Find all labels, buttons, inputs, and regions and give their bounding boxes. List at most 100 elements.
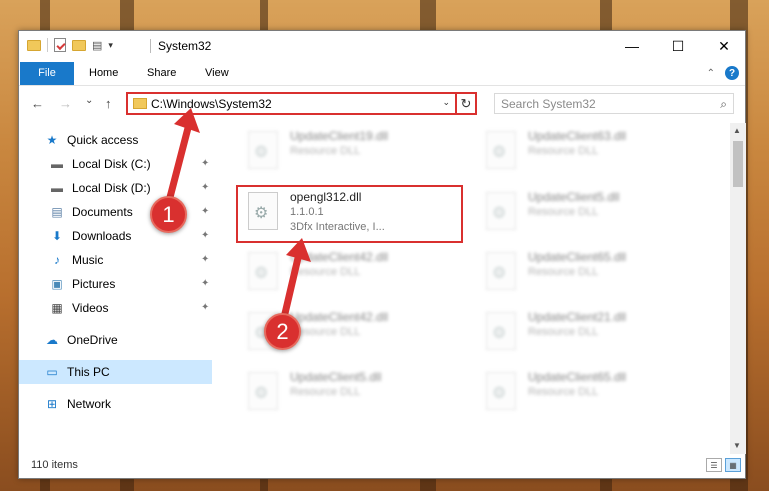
address-bar[interactable]: C:\Windows\System32 ⌄	[126, 92, 457, 115]
sidebar-item-documents[interactable]: ▤ Documents	[49, 201, 133, 223]
search-icon: ⌕	[720, 97, 727, 111]
separator	[150, 39, 151, 53]
file-item[interactable]: UpdateClient63.dll Resource DLL	[478, 127, 708, 183]
scrollbar-thumb[interactable]	[733, 141, 743, 187]
sidebar-item-local-disk-c[interactable]: ▬ Local Disk (C:)	[49, 153, 151, 175]
tab-file[interactable]: File	[20, 62, 74, 85]
tab-view[interactable]: View	[193, 62, 241, 85]
refresh-button[interactable]: ↻	[456, 92, 477, 115]
videos-icon: ▦	[51, 301, 63, 315]
maximize-button[interactable]: ☐	[655, 31, 701, 61]
dll-file-icon	[248, 372, 278, 410]
dll-file-icon	[248, 252, 278, 290]
file-item[interactable]: UpdateClient5.dll Resource DLL	[240, 368, 470, 424]
properties-icon[interactable]	[54, 38, 66, 52]
file-item[interactable]: UpdateClient5.dll Resource DLL	[478, 188, 708, 244]
sidebar-item-local-disk-d[interactable]: ▬ Local Disk (D:)	[49, 177, 151, 199]
file-name: UpdateClient42.dll	[290, 250, 389, 264]
file-name: UpdateClient65.dll	[528, 370, 627, 384]
sidebar-item-label: Pictures	[72, 277, 116, 291]
folder-icon	[133, 98, 147, 109]
dll-file-icon	[486, 131, 516, 169]
file-item[interactable]: UpdateClient19.dll Resource DLL	[240, 127, 470, 183]
sidebar-item-this-pc[interactable]: ▭ This PC	[44, 361, 110, 383]
drive-icon: ▬	[51, 157, 63, 171]
sidebar-item-label: Music	[72, 253, 104, 267]
star-icon: ★	[46, 133, 58, 147]
pin-icon[interactable]: ✦	[201, 278, 209, 289]
dll-file-icon	[248, 131, 278, 169]
scroll-down-icon[interactable]: ▼	[733, 441, 741, 450]
sidebar-item-downloads[interactable]: ⬇ Downloads	[49, 225, 131, 247]
dll-file-icon	[486, 252, 516, 290]
file-name: UpdateClient5.dll	[528, 190, 620, 204]
explorer-window: ▤ ▾ System32 — ☐ ✕ File Home Share View …	[18, 30, 746, 479]
sidebar-item-pictures[interactable]: ▣ Pictures	[49, 273, 115, 295]
file-item[interactable]: UpdateClient42.dll Resource DLL	[240, 248, 470, 304]
network-icon: ⊞	[46, 397, 58, 411]
navigation-bar: ← → ⌄ ↑ C:\Windows\System32 ⌄ ↻ Search S…	[19, 87, 745, 119]
file-item[interactable]: UpdateClient21.dll Resource DLL	[478, 308, 708, 364]
customize-dropdown-icon[interactable]: ▾	[108, 40, 113, 51]
details-view-icon[interactable]: ☰	[706, 458, 722, 472]
pin-icon[interactable]: ✦	[201, 254, 209, 265]
cloud-icon: ☁	[46, 333, 58, 347]
minimize-button[interactable]: —	[609, 31, 655, 61]
pin-icon[interactable]: ✦	[201, 182, 209, 193]
sidebar-item-network[interactable]: ⊞ Network	[44, 393, 111, 415]
dll-file-icon	[486, 372, 516, 410]
sidebar-item-onedrive[interactable]: ☁ OneDrive	[44, 329, 118, 351]
expand-ribbon-icon[interactable]: ⌃	[707, 68, 715, 79]
file-item[interactable]: UpdateClient65.dll Resource DLL	[478, 248, 708, 304]
file-name: UpdateClient5.dll	[290, 370, 382, 384]
file-item[interactable]: UpdateClient65.dll Resource DLL	[478, 368, 708, 424]
large-icons-view-icon[interactable]: ▦	[725, 458, 741, 472]
sidebar-item-label: Network	[67, 397, 112, 411]
vertical-scrollbar[interactable]: ▲ ▼	[730, 123, 746, 454]
tab-home[interactable]: Home	[77, 62, 130, 85]
sidebar-item-quick-access[interactable]: ★ Quick access	[44, 129, 139, 151]
new-folder-icon[interactable]	[72, 39, 86, 51]
sidebar-item-label: Videos	[72, 301, 109, 315]
sidebar-item-label: This PC	[67, 365, 110, 379]
file-description: Resource DLL	[290, 145, 361, 157]
file-description: Resource DLL	[290, 386, 361, 398]
separator	[47, 38, 48, 52]
chevron-down-icon[interactable]: ⌄	[442, 97, 450, 108]
pin-icon[interactable]: ✦	[201, 230, 209, 241]
item-count: 110 items	[31, 459, 78, 471]
sidebar-item-videos[interactable]: ▦ Videos	[49, 297, 108, 319]
file-description: Resource DLL	[528, 266, 599, 278]
address-path[interactable]: C:\Windows\System32	[151, 97, 272, 111]
download-icon: ⬇	[51, 229, 63, 243]
tab-share[interactable]: Share	[135, 62, 188, 85]
sidebar-item-label: Local Disk (D:)	[72, 181, 151, 195]
pin-icon[interactable]: ✦	[201, 302, 209, 313]
pin-icon[interactable]: ✦	[201, 206, 209, 217]
sidebar-item-label: Quick access	[67, 133, 139, 147]
scroll-up-icon[interactable]: ▲	[733, 126, 741, 135]
file-description: Resource DLL	[290, 266, 361, 278]
highlight-box	[236, 185, 463, 243]
file-name: UpdateClient21.dll	[528, 310, 627, 324]
pin-icon[interactable]: ✦	[201, 158, 209, 169]
sidebar-item-music[interactable]: ♪ Music	[49, 249, 103, 271]
search-input[interactable]: Search System32 ⌕	[494, 93, 734, 114]
file-description: Resource DLL	[528, 326, 599, 338]
sidebar-item-label: Downloads	[72, 229, 132, 243]
help-icon[interactable]: ?	[725, 66, 739, 80]
documents-icon: ▤	[51, 205, 63, 219]
folder-icon[interactable]	[27, 39, 41, 51]
ribbon-tabs: File Home Share View ⌃ ?	[19, 62, 745, 86]
up-button[interactable]: ↑	[105, 96, 112, 111]
forward-button[interactable]: →	[59, 96, 72, 111]
file-name: UpdateClient63.dll	[528, 129, 627, 143]
recent-locations-button[interactable]: ⌄	[85, 95, 93, 106]
back-button[interactable]: ←	[31, 96, 44, 111]
sidebar-item-label: Documents	[72, 205, 133, 219]
customize-icon[interactable]: ▤	[92, 39, 102, 52]
step-badge-2: 2	[264, 313, 301, 350]
sidebar-item-label: Local Disk (C:)	[72, 157, 151, 171]
file-name: UpdateClient65.dll	[528, 250, 627, 264]
close-button[interactable]: ✕	[701, 31, 747, 61]
